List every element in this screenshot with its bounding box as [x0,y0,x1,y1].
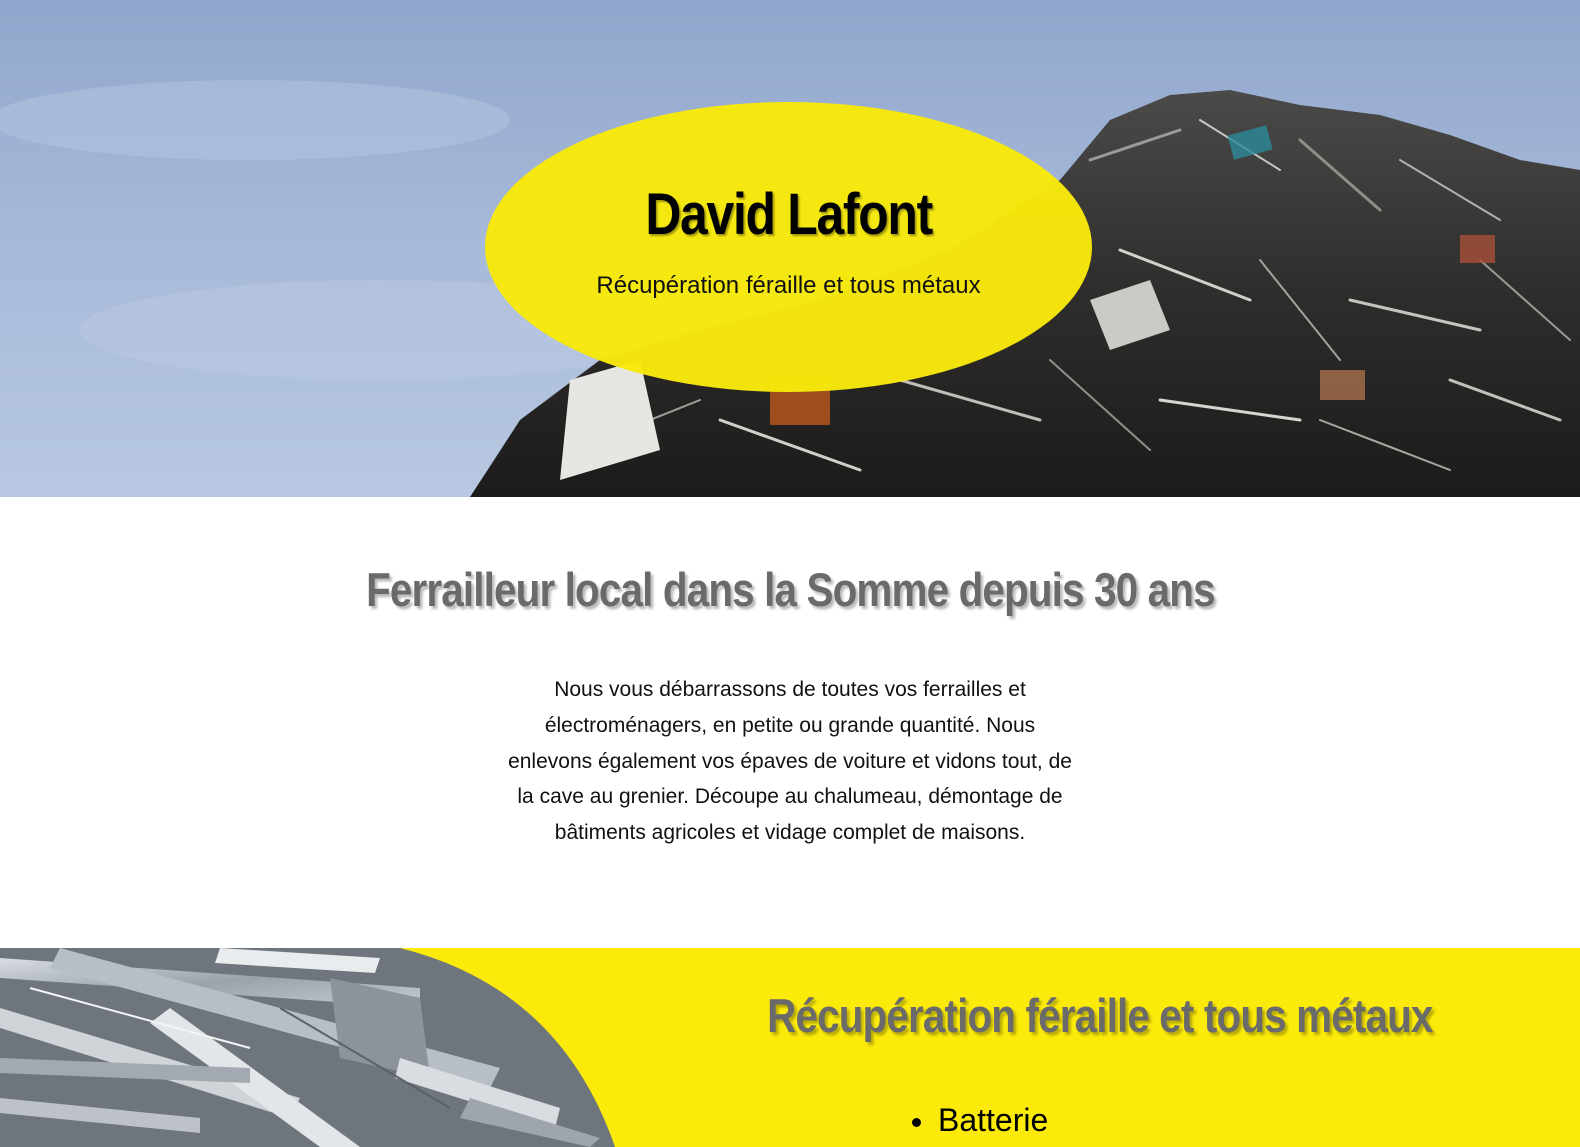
services-section: Récupération féraille et tous métaux Bat… [0,948,1580,1147]
hero-banner: David Lafont Récupération féraille et to… [0,0,1580,497]
site-tagline: Récupération féraille et tous métaux [596,272,981,299]
services-list: Batterie [912,1100,1049,1140]
bullet-icon [912,1118,921,1127]
site-title: David Lafont [645,182,933,247]
intro-heading: Ferrailleur local dans la Somme depuis 3… [0,562,1580,617]
list-item-label: Batterie [938,1102,1049,1138]
intro-heading-text: Ferrailleur local dans la Somme depuis 3… [365,563,1216,616]
intro-paragraph: Nous vous débarrassons de toutes vos fer… [508,678,1072,845]
services-heading: Récupération féraille et tous métaux [620,988,1580,1043]
hero-title-oval: David Lafont Récupération féraille et to… [485,102,1092,392]
list-item: Batterie [912,1100,1049,1140]
aluminium-scrap-image [0,948,615,1147]
services-heading-text: Récupération féraille et tous métaux [767,989,1433,1042]
